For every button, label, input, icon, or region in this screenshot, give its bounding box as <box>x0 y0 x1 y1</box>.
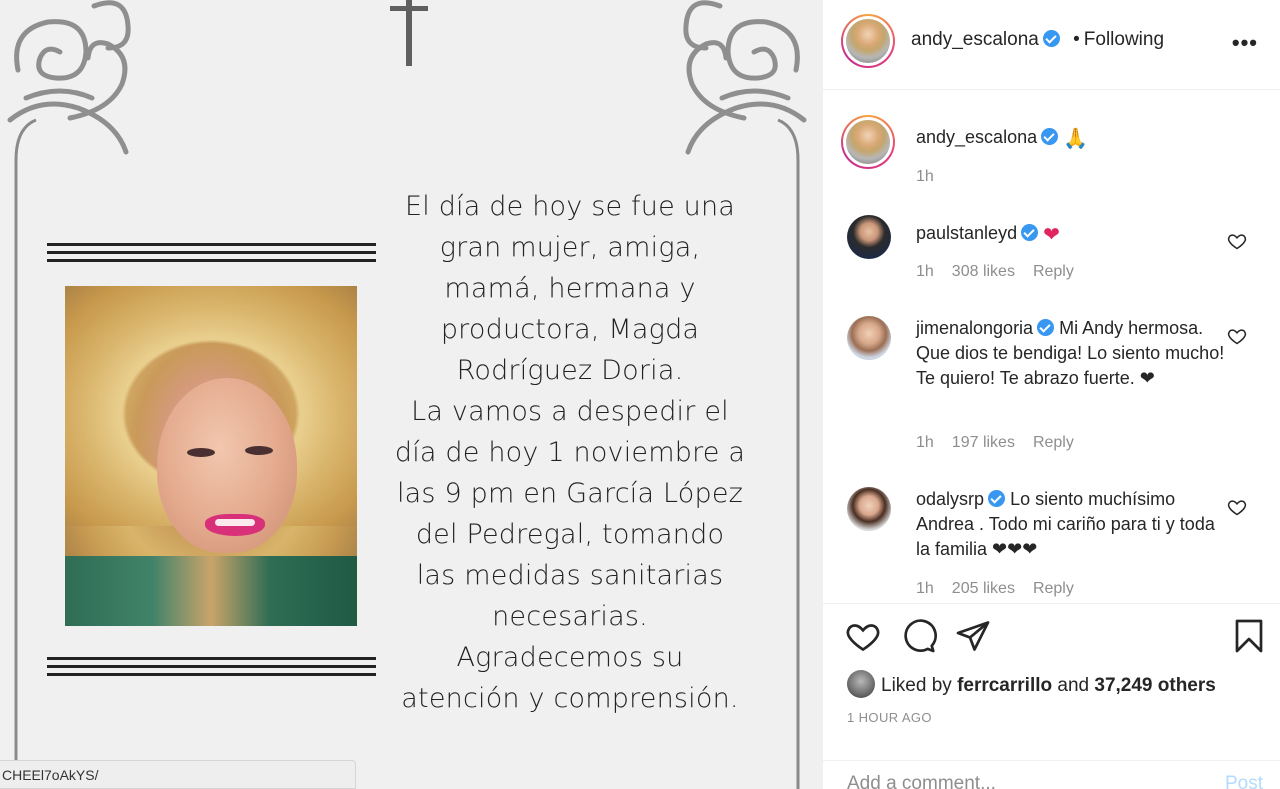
commenter-avatar[interactable] <box>847 316 891 360</box>
author-avatar[interactable] <box>841 14 895 68</box>
liker-username[interactable]: ferrcarrillo <box>957 675 1052 696</box>
memorial-text-line: productora, Magda <box>440 314 700 345</box>
verified-badge-icon <box>1041 128 1059 145</box>
memorial-text-line: las 9 pm en García López <box>396 478 744 509</box>
verified-badge-icon <box>1042 30 1060 47</box>
verified-badge-icon <box>1021 224 1039 241</box>
comment-bubble-icon[interactable] <box>901 618 937 654</box>
comment-likes[interactable]: 308 likes <box>952 263 1015 280</box>
like-comment-heart-icon[interactable] <box>1227 231 1247 251</box>
memorial-text: El día de hoy se fue una gran mujer, ami… <box>380 186 760 719</box>
comment-time[interactable]: 1h <box>916 434 934 451</box>
like-comment-heart-icon[interactable] <box>1227 497 1247 517</box>
comment-username[interactable]: odalysrp <box>916 489 984 509</box>
caption-text: 🙏 <box>1063 128 1089 150</box>
liked-by-and: and <box>1057 675 1090 696</box>
commenter-avatar[interactable] <box>847 215 891 259</box>
reply-button[interactable]: Reply <box>1033 434 1074 451</box>
comment-likes[interactable]: 205 likes <box>952 580 1015 597</box>
share-paper-plane-icon[interactable] <box>955 618 991 654</box>
memorial-text-line: atención y comprensión. <box>401 683 739 714</box>
portrait-photo <box>65 286 357 626</box>
verified-badge-icon <box>1037 319 1055 336</box>
comment-text: ❤ <box>1043 224 1060 246</box>
add-comment-input[interactable]: Add a comment... <box>847 773 996 789</box>
more-options-icon[interactable]: ••• <box>1232 30 1258 56</box>
memorial-text-line: necesarias. <box>492 601 648 632</box>
liked-by-line: Liked by ferrcarrillo and 37,249 others <box>847 670 1216 700</box>
reply-button[interactable]: Reply <box>1033 580 1074 597</box>
post-actions: Liked by ferrcarrillo and 37,249 others … <box>823 603 1280 789</box>
verified-badge-icon <box>988 490 1006 507</box>
commenter-avatar[interactable] <box>847 487 891 531</box>
reply-button[interactable]: Reply <box>1033 263 1074 280</box>
comment-time[interactable]: 1h <box>916 263 934 280</box>
caption-username[interactable]: andy_escalona <box>916 127 1037 147</box>
following-button[interactable]: Following <box>1084 29 1164 50</box>
like-heart-icon[interactable] <box>845 618 881 654</box>
comment-likes[interactable]: 197 likes <box>952 434 1015 451</box>
memorial-text-line: Rodríguez Doria. <box>456 355 684 386</box>
author-username[interactable]: andy_escalona <box>911 29 1039 50</box>
add-comment-bar: Add a comment... Post <box>823 760 1280 789</box>
memorial-text-line: La vamos a despedir el <box>411 396 729 427</box>
post-header: andy_escalona • Following ••• <box>823 0 1280 90</box>
memorial-text-line: las medidas sanitarias <box>416 560 724 591</box>
post-sidebar: andy_escalona • Following ••• andy_escalo… <box>822 0 1280 789</box>
memorial-text-line: El día de hoy se fue una <box>404 191 736 222</box>
comment-time[interactable]: 1h <box>916 580 934 597</box>
caption-avatar[interactable] <box>841 115 895 169</box>
save-bookmark-icon[interactable] <box>1231 618 1267 654</box>
likes-count[interactable]: 37,249 others <box>1094 675 1215 696</box>
like-comment-heart-icon[interactable] <box>1227 326 1247 346</box>
post-timestamp[interactable]: 1 HOUR AGO <box>847 710 932 725</box>
comments-list[interactable]: andy_escalona 🙏 1h paulstanleyd ❤ 1h 308 … <box>823 91 1280 603</box>
post-image[interactable]: El día de hoy se fue una gran mujer, ami… <box>0 0 822 789</box>
caption-time[interactable]: 1h <box>916 168 934 185</box>
comment-username[interactable]: jimenalongoria <box>916 318 1033 338</box>
comment-username[interactable]: paulstanleyd <box>916 223 1017 243</box>
liked-by-prefix: Liked by <box>881 675 952 696</box>
post-comment-button[interactable]: Post <box>1225 773 1263 789</box>
memorial-text-line: Agradecemos su <box>456 642 684 673</box>
memorial-text-line: gran mujer, amiga, <box>439 232 701 263</box>
separator-dot: • <box>1073 29 1080 50</box>
liker-avatar[interactable] <box>847 670 875 698</box>
memorial-text-line: mamá, hermana y <box>444 273 696 304</box>
memorial-text-line: día de hoy 1 noviembre a <box>394 437 746 468</box>
status-url-tooltip: CHEEl7oAkYS/ <box>0 760 356 789</box>
memorial-text-line: del Pedregal, tomando <box>415 519 725 550</box>
